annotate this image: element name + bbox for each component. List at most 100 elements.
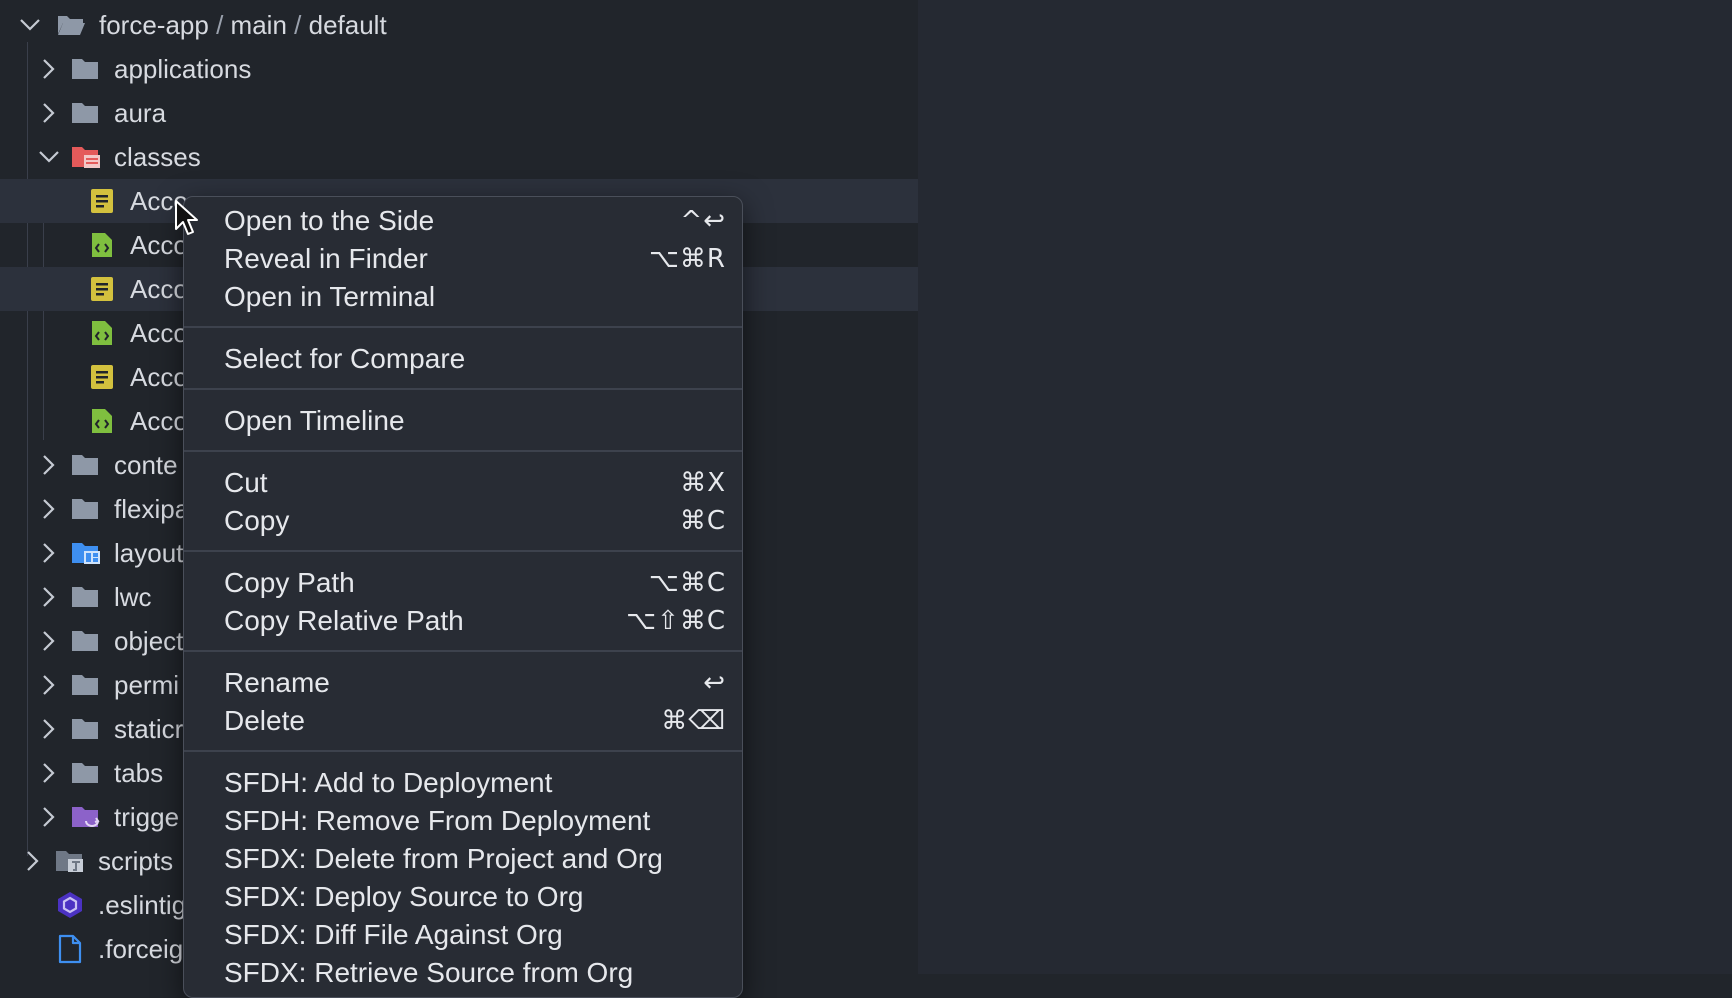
path-separator: / — [294, 10, 302, 40]
file-label: .eslintig — [98, 890, 187, 920]
root-path: force-app / main / default — [99, 11, 387, 39]
path-part: main — [230, 10, 287, 40]
menu-item-label: Rename — [224, 667, 330, 698]
chevron-down-icon — [37, 145, 61, 169]
menu-item-label: SFDX: Diff File Against Org — [224, 919, 563, 950]
menu-item-open-in-terminal[interactable]: Open in Terminal — [184, 277, 742, 315]
apex-meta-xml-icon — [89, 407, 119, 433]
path-separator: / — [216, 10, 224, 40]
folder-icon — [70, 56, 100, 82]
chevron-right-icon — [37, 673, 61, 697]
menu-item-shortcut: ⌘X — [680, 468, 726, 498]
classes-folder-icon — [70, 144, 100, 170]
folder-open-icon — [56, 12, 86, 38]
chevron-right-icon — [37, 805, 61, 829]
menu-item-sfdx-retrieve-source-from-org[interactable]: SFDX: Retrieve Source from Org — [184, 953, 742, 991]
chevron-down-icon — [18, 13, 42, 37]
eslint-icon — [55, 890, 85, 918]
file-label: Acco — [130, 318, 188, 348]
menu-item-label: Reveal in Finder — [224, 243, 428, 274]
chevron-right-icon — [37, 761, 61, 785]
chevron-right-icon — [37, 453, 61, 477]
apex-meta-xml-icon — [89, 231, 119, 257]
path-part: force-app — [99, 10, 209, 40]
folder-label: lwc — [114, 582, 152, 612]
menu-item-label: Open in Terminal — [224, 281, 436, 312]
apex-class-icon — [89, 275, 119, 301]
folder-icon — [70, 496, 100, 522]
folder-label: staticr — [114, 714, 184, 744]
path-part: default — [308, 10, 387, 40]
menu-separator — [184, 550, 742, 552]
folder-icon — [70, 100, 100, 126]
tree-root-folder[interactable]: force-app / main / default — [0, 3, 918, 47]
menu-item-label: Copy Relative Path — [224, 605, 464, 636]
tree-folder-classes[interactable]: classes — [0, 135, 918, 179]
folder-icon — [70, 628, 100, 654]
chevron-right-icon — [37, 717, 61, 741]
menu-item-label: Copy — [224, 505, 290, 536]
apex-class-icon — [89, 187, 119, 213]
menu-item-label: SFDX: Deploy Source to Org — [224, 881, 584, 912]
menu-separator — [184, 450, 742, 452]
menu-item-sfdx-deploy-source-to-org[interactable]: SFDX: Deploy Source to Org — [184, 877, 742, 915]
apex-meta-xml-icon — [89, 319, 119, 345]
menu-item-copy-relative-path[interactable]: Copy Relative Path ⌥⇧⌘C — [184, 601, 742, 639]
chevron-right-icon — [37, 57, 61, 81]
chevron-right-icon — [37, 497, 61, 521]
tree-folder-applications[interactable]: applications — [0, 47, 918, 91]
file-label: Acco — [130, 406, 188, 436]
menu-item-copy[interactable]: Copy ⌘C — [184, 501, 742, 539]
menu-item-open-timeline[interactable]: Open Timeline — [184, 401, 742, 439]
folder-label: conte — [114, 450, 178, 480]
folder-icon — [70, 452, 100, 478]
menu-separator — [184, 326, 742, 328]
scripts-folder-icon — [54, 848, 84, 874]
editor-area — [918, 0, 1732, 974]
menu-item-shortcut: ⌥⌘C — [648, 568, 726, 598]
menu-separator — [184, 750, 742, 752]
apex-class-icon — [89, 363, 119, 389]
menu-item-label: SFDH: Add to Deployment — [224, 767, 553, 798]
folder-label: permi — [114, 670, 180, 700]
trigger-folder-icon — [70, 804, 100, 830]
menu-item-label: SFDH: Remove From Deployment — [224, 805, 651, 836]
folder-label: applications — [114, 54, 252, 84]
tree-folder-aura[interactable]: aura — [0, 91, 918, 135]
menu-item-label: Delete — [224, 705, 305, 736]
menu-item-shortcut: ⌥⌘R — [648, 244, 726, 274]
menu-item-select-for-compare[interactable]: Select for Compare — [184, 339, 742, 377]
menu-item-reveal-in-finder[interactable]: Reveal in Finder ⌥⌘R — [184, 239, 742, 277]
folder-label: layout — [114, 538, 184, 568]
folder-icon — [70, 716, 100, 742]
menu-item-rename[interactable]: Rename ↩ — [184, 663, 742, 701]
menu-item-sfdx-diff-file-against-org[interactable]: SFDX: Diff File Against Org — [184, 915, 742, 953]
folder-label: scripts — [98, 846, 174, 876]
menu-item-shortcut: ⌥⇧⌘C — [626, 606, 726, 636]
folder-label: classes — [114, 142, 201, 172]
menu-item-delete[interactable]: Delete ⌘⌫ — [184, 701, 742, 739]
menu-item-copy-path[interactable]: Copy Path ⌥⌘C — [184, 563, 742, 601]
menu-item-sfdh-remove-from-deployment[interactable]: SFDH: Remove From Deployment — [184, 801, 742, 839]
menu-item-sfdh-add-to-deployment[interactable]: SFDH: Add to Deployment — [184, 763, 742, 801]
file-label: Acco — [130, 274, 188, 304]
menu-separator — [184, 388, 742, 390]
chevron-right-icon — [37, 101, 61, 125]
menu-item-label: Open to the Side — [224, 205, 435, 236]
chevron-right-icon — [37, 541, 61, 565]
folder-icon — [70, 584, 100, 610]
menu-item-cut[interactable]: Cut ⌘X — [184, 463, 742, 501]
menu-separator — [184, 650, 742, 652]
folder-label: flexipa — [114, 494, 190, 524]
menu-item-label: SFDX: Retrieve Source from Org — [224, 957, 634, 988]
folder-icon — [70, 672, 100, 698]
menu-item-shortcut: ↩ — [703, 668, 726, 698]
menu-item-label: Select for Compare — [224, 343, 466, 374]
file-icon — [57, 934, 87, 964]
menu-item-label: SFDX: Delete from Project and Org — [224, 843, 663, 874]
folder-icon — [70, 760, 100, 786]
menu-item-sfdx-delete-from-project-and-org[interactable]: SFDX: Delete from Project and Org — [184, 839, 742, 877]
menu-item-open-to-side[interactable]: Open to the Side ^↩ — [184, 201, 742, 239]
file-label: Acco — [130, 362, 188, 392]
folder-label: aura — [114, 98, 167, 128]
